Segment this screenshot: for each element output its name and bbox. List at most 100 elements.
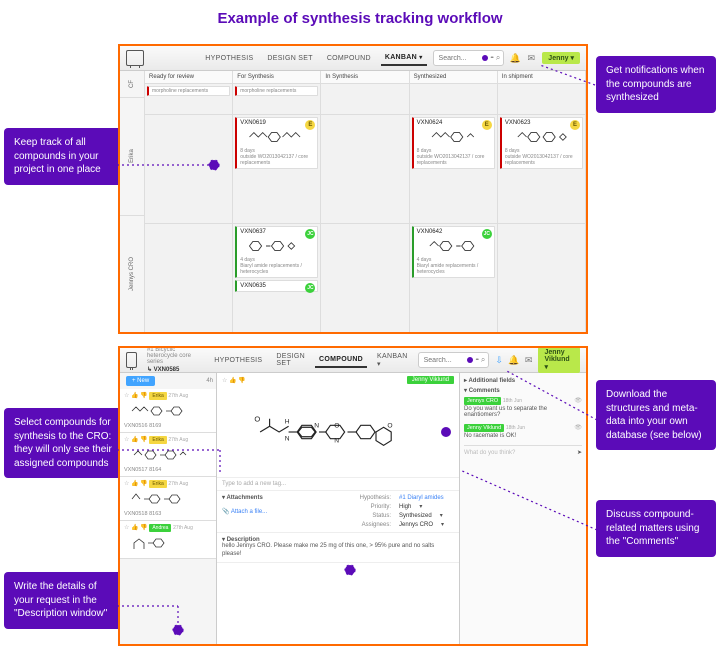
sidebar-card[interactable]: ☆ 👍 👎 Andrea 27th Aug [120, 521, 216, 559]
kanban-card[interactable]: VXN0624 E 8 daysoutside WO2013042137 / c… [412, 117, 495, 169]
user-menu[interactable]: Jenny ▾ [542, 52, 580, 64]
card-actions[interactable]: ☆ 👍 👎 Erika 27th Aug [124, 480, 212, 487]
card-id: VXN0517 8164 [124, 467, 212, 473]
card-meta: Biaryl amide replacements / heterocycles [417, 263, 479, 275]
search-dot [482, 55, 488, 61]
field-value[interactable]: Jennys CRO [399, 522, 433, 528]
sort-label[interactable]: 4h [206, 378, 213, 384]
compound-detail-panel: #1 Bicyclic heterocycle core series ↳ VX… [118, 346, 588, 646]
card-actions[interactable]: ☆ 👍 👎 Andrea 27th Aug [124, 524, 212, 531]
kanban-card[interactable]: VXN0637 JC 4 daysBiaryl amide replacemen… [235, 226, 318, 278]
kanban-panel: HYPOTHESIS DESIGN SET COMPOUND KANBAN ▾ … [118, 44, 588, 334]
kanban-card[interactable]: VXN0619 E 8 daysoutside WO2013042137 / c… [235, 117, 318, 169]
col-forsynth: For Synthesis [233, 71, 320, 84]
bell-icon[interactable]: 🔔 [509, 355, 519, 365]
card-id: VXN0635 [240, 283, 314, 289]
card-actions[interactable]: ☆ 👍 👎 Erika 27th Aug [124, 392, 212, 399]
user-menu[interactable]: Jenny Viklund ▾ [538, 347, 580, 373]
row-erika: Erika [129, 149, 135, 163]
breadcrumb-top[interactable]: #1 Bicyclic heterocycle core series [147, 347, 198, 365]
bell-icon[interactable]: 🔔 [510, 53, 520, 63]
mail-icon[interactable]: ✉ [526, 53, 536, 63]
search-input[interactable] [437, 54, 479, 63]
eye-icon[interactable]: 👁 [574, 424, 582, 431]
molecule-icon [124, 531, 212, 555]
send-icon[interactable]: ➤ [577, 449, 582, 456]
description-text[interactable]: hello Jennys CRO. Please make me 25 mg o… [222, 543, 454, 559]
right-panel: ▸ Additional fields ▾ Comments Jennys CR… [460, 373, 586, 645]
assignee-badge-e: E [482, 120, 492, 130]
attach-file-link[interactable]: 📎 Attach a file... [222, 509, 267, 515]
molecule-icon [124, 399, 212, 423]
field-value[interactable]: #1 Diaryl amides [399, 495, 444, 501]
kanban-card[interactable]: VXN0642 JC 4 daysBiaryl amide replacemen… [412, 226, 495, 278]
tab-hypothesis[interactable]: HYPOTHESIS [201, 52, 257, 65]
field-value[interactable]: High [399, 504, 411, 510]
tab-kanban[interactable]: KANBAN ▾ [381, 51, 427, 66]
search-icon[interactable]: ⌕ [496, 53, 500, 63]
compound-structure[interactable]: O H N N O N O [217, 387, 459, 478]
comment-input[interactable]: What do you think? ➤ [464, 445, 582, 456]
callout-download: Download the structures and meta-data in… [596, 380, 716, 450]
ellipsis-icon: ••• [491, 55, 493, 61]
assignee-badge-e: E [570, 120, 580, 130]
sidebar-card[interactable]: ☆ 👍 👎 Erika 27th Aug VXN0518 8163 [120, 477, 216, 521]
annotation-dot [441, 427, 451, 437]
callout-keeptrack: Keep track of all compounds in your proj… [4, 128, 124, 185]
easel-icon [126, 352, 137, 368]
card-meta: Biaryl amide replacements / heterocycles [240, 263, 302, 275]
tab-compound[interactable]: COMPOUND [323, 52, 375, 65]
eye-icon[interactable]: 👁 [574, 397, 582, 404]
comment-time: 18th Jun [506, 425, 525, 431]
search-icon[interactable]: ⌕ [481, 355, 485, 365]
card-id: VXN0518 8163 [124, 511, 212, 517]
sidebar-card[interactable]: ☆ 👍 👎 Erika 27th Aug VXN0516 8169 [120, 389, 216, 433]
search-box[interactable]: ••• ⌕ [418, 352, 490, 368]
comment-text: No racemate is OK! [464, 433, 582, 439]
mini-card[interactable]: morpholine replacements [235, 86, 318, 96]
card-meta: outside WO2013042137 / core replacements [505, 154, 573, 166]
comment-text: Do you want us to separate the enantiome… [464, 406, 582, 418]
tab-compound[interactable]: COMPOUND [315, 353, 367, 368]
kanban-card[interactable]: VXN0635 JC [235, 280, 318, 292]
card-actions[interactable]: ☆ 👍 👎 [222, 377, 246, 384]
kanban-card[interactable]: VXN0623 E 8 daysoutside WO2013042137 / c… [500, 117, 583, 169]
assignee-badge-jc: JC [482, 229, 492, 239]
tag-input[interactable]: Type to add a new tag... [217, 478, 459, 491]
tab-kanban-label: KANBAN [377, 353, 408, 360]
tab-designset[interactable]: DESIGN SET [272, 350, 309, 370]
author-tag: Jenny Viklund [407, 376, 454, 384]
mail-icon[interactable]: ✉ [525, 355, 533, 365]
tab-kanban[interactable]: KANBAN ▾ [373, 350, 412, 371]
card-meta: outside WO2013042137 / core replacements [240, 154, 308, 166]
additional-fields-heading[interactable]: ▸ Additional fields [464, 377, 582, 384]
col-ship: In shipment [498, 71, 585, 84]
callout-details: Write the details of your request in the… [4, 572, 124, 629]
mini-card[interactable]: morpholine replacements [147, 86, 230, 96]
field-key: Status: [343, 513, 391, 519]
callout-select: Select compounds for synthesis to the CR… [4, 408, 124, 478]
comment-author: Jenny Viklund [464, 424, 504, 432]
tab-designset[interactable]: DESIGN SET [263, 52, 316, 65]
row-cf: CF [129, 80, 135, 88]
search-box[interactable]: ••• ⌕ [433, 50, 505, 66]
new-button[interactable]: + New [126, 376, 155, 386]
compound-sidebar: + New 4h ☆ 👍 👎 Erika 27th Aug VXN0516 81… [120, 373, 217, 645]
svg-text:O: O [387, 422, 392, 429]
field-key: Assignees: [343, 522, 391, 528]
download-icon[interactable]: ⇩ [495, 355, 503, 365]
molecule-icon [124, 443, 212, 467]
sidebar-card[interactable]: ☆ 👍 👎 Erika 27th Aug VXN0517 8164 [120, 433, 216, 477]
tab-kanban-label: KANBAN [385, 54, 417, 61]
toolbar: #1 Bicyclic heterocycle core series ↳ VX… [120, 348, 586, 373]
comment: Jenny Viklund 18th Jun 👁 No racemate is … [464, 424, 582, 442]
field-value[interactable]: Synthesized [399, 513, 432, 519]
breadcrumb: #1 Bicyclic heterocycle core series ↳ VX… [147, 347, 198, 373]
search-input[interactable] [422, 356, 464, 365]
ellipsis-icon: ••• [476, 357, 478, 363]
card-actions[interactable]: ☆ 👍 👎 Erika 27th Aug [124, 436, 212, 443]
tab-hypothesis[interactable]: HYPOTHESIS [210, 354, 266, 367]
molecule-icon [505, 126, 579, 148]
search-dot [467, 357, 473, 363]
comments-heading[interactable]: ▾ Comments [464, 387, 582, 394]
